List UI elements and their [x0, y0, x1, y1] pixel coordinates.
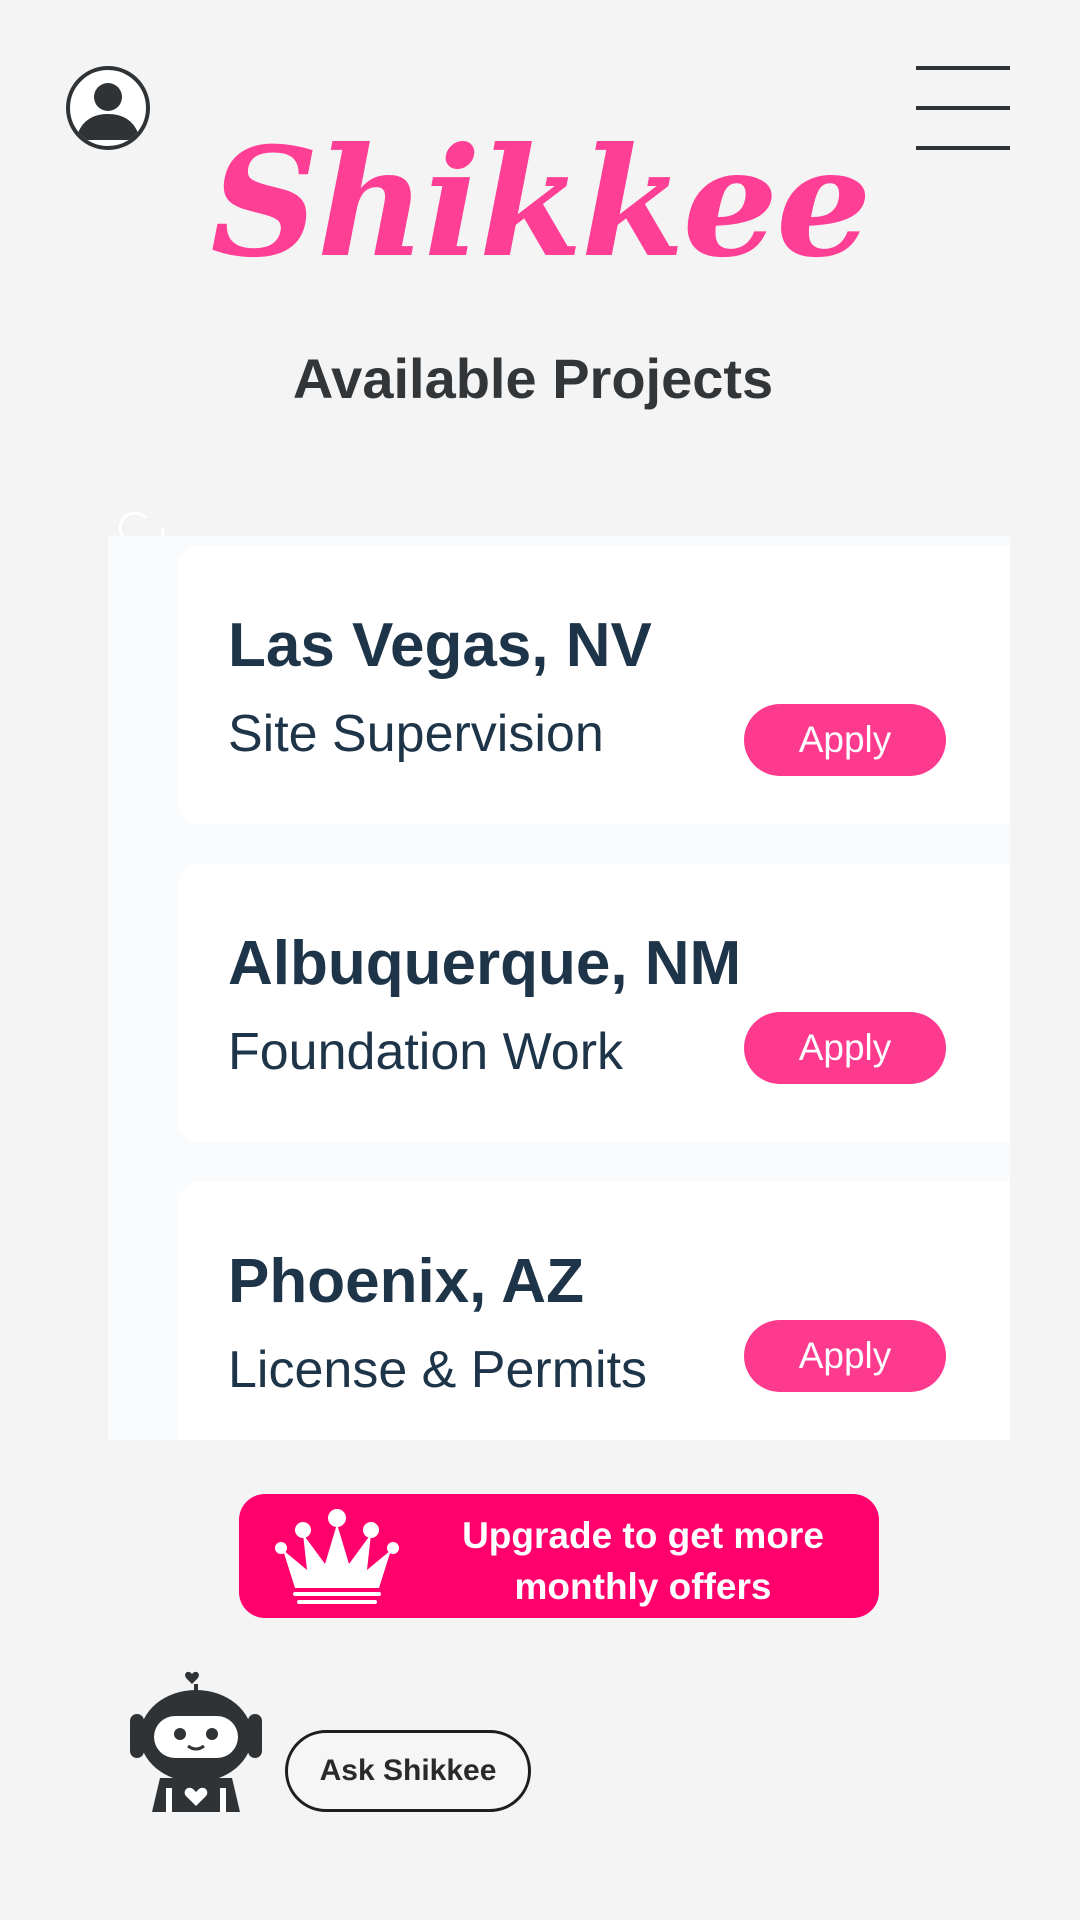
apply-button[interactable]: Apply: [744, 704, 946, 776]
upgrade-text: Upgrade to get more monthly offers: [423, 1510, 863, 1612]
project-card: Albuquerque, NM Foundation Work Apply: [178, 864, 1010, 1142]
project-city: Phoenix, AZ: [228, 1247, 584, 1316]
app-logo: Shikkee: [210, 115, 871, 291]
project-list[interactable]: Las Vegas, NV Site Supervision Apply Alb…: [108, 536, 1010, 1440]
project-city: Las Vegas, NV: [228, 611, 652, 680]
upgrade-button[interactable]: Upgrade to get more monthly offers: [239, 1494, 879, 1618]
page-title: Available Projects: [292, 347, 774, 410]
apply-button[interactable]: Apply: [744, 1012, 946, 1084]
apply-button[interactable]: Apply: [744, 1320, 946, 1392]
menu-line: [916, 106, 1010, 110]
project-city: Albuquerque, NM: [228, 929, 742, 998]
crown-icon: [275, 1509, 399, 1604]
ask-shikkee-button[interactable]: Ask Shikkee: [285, 1730, 531, 1812]
project-service: License & Permits: [228, 1341, 648, 1399]
project-service: Site Supervision: [228, 705, 604, 763]
upgrade-line: monthly offers: [514, 1566, 772, 1607]
project-card: Las Vegas, NV Site Supervision Apply: [178, 546, 1010, 824]
robot-icon: [130, 1671, 262, 1812]
menu-line: [916, 66, 1010, 70]
project-service: Foundation Work: [228, 1023, 624, 1081]
project-card: Phoenix, AZ License & Permits Apply: [178, 1182, 1010, 1440]
upgrade-line: Upgrade to get more: [462, 1515, 824, 1556]
